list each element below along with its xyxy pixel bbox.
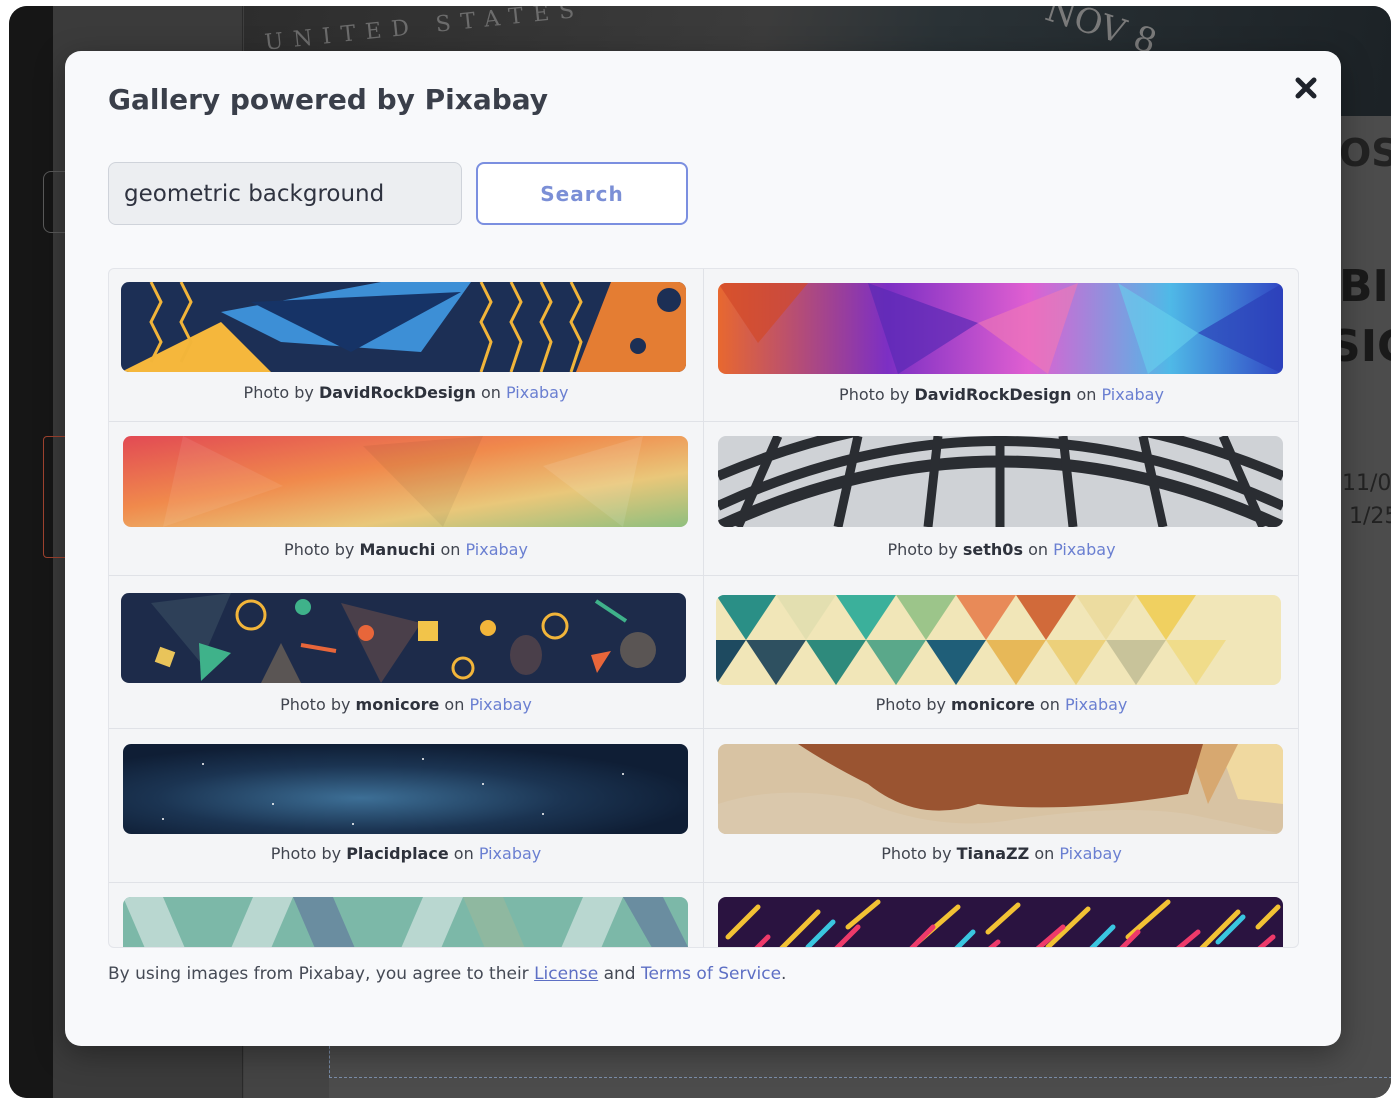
- gallery-item[interactable]: Photo by monicore on Pixabay: [704, 576, 1298, 729]
- caption-on: on: [1034, 844, 1055, 863]
- image-caption: Photo by seth0s on Pixabay: [704, 540, 1298, 559]
- image-gallery[interactable]: Photo by DavidRockDesign on Pixabay Phot…: [108, 268, 1299, 948]
- image-caption: Photo by monicore on Pixabay: [109, 695, 703, 714]
- caption-prefix: Photo by: [243, 383, 314, 402]
- gallery-item[interactable]: Photo by seth0s on Pixabay: [704, 422, 1298, 576]
- pixabay-link[interactable]: Pixabay: [465, 540, 527, 559]
- caption-on: on: [1039, 695, 1060, 714]
- terms-note-and: and: [603, 964, 636, 984]
- caption-on: on: [1076, 385, 1097, 404]
- steel-roof-image[interactable]: [718, 436, 1283, 527]
- caption-on: on: [440, 540, 461, 559]
- caption-author: DavidRockDesign: [914, 385, 1072, 404]
- pixabay-link[interactable]: Pixabay: [1102, 385, 1164, 404]
- caption-prefix: Photo by: [284, 540, 355, 559]
- image-caption: Photo by Manuchi on Pixabay: [109, 540, 703, 559]
- pixabay-link[interactable]: Pixabay: [1059, 844, 1121, 863]
- pixabay-link[interactable]: Pixabay: [469, 695, 531, 714]
- memphis-shapes-image[interactable]: [121, 593, 686, 683]
- caption-author: monicore: [355, 695, 440, 714]
- caption-on: on: [480, 383, 501, 402]
- caption-author: Manuchi: [359, 540, 436, 559]
- caption-prefix: Photo by: [839, 385, 910, 404]
- search-button[interactable]: Search: [476, 162, 688, 225]
- image-caption: Photo by monicore on Pixabay: [704, 695, 1298, 714]
- modal-title: Gallery powered by Pixabay: [108, 83, 549, 116]
- caption-prefix: Photo by: [887, 540, 958, 559]
- gallery-item[interactable]: Photo by monicore on Pixabay: [109, 576, 704, 729]
- caption-author: seth0s: [962, 540, 1023, 559]
- canvas-side-text: BIL: [1339, 261, 1391, 312]
- low-poly-gradient-image[interactable]: [123, 436, 688, 527]
- caption-prefix: Photo by: [875, 695, 946, 714]
- gallery-item[interactable]: [704, 883, 1298, 947]
- low-poly-purple-image[interactable]: [718, 283, 1283, 374]
- canvas-side-text: 1/25: [1349, 504, 1391, 529]
- gallery-item[interactable]: [109, 883, 704, 947]
- canvas-side-text: 11/07: [1342, 471, 1391, 496]
- pixabay-link[interactable]: Pixabay: [506, 383, 568, 402]
- canvas-side-text: OS: [1339, 131, 1391, 175]
- gallery-item[interactable]: Photo by DavidRockDesign on Pixabay: [704, 269, 1298, 422]
- caption-on: on: [453, 844, 474, 863]
- caption-prefix: Photo by: [881, 844, 952, 863]
- gallery-item[interactable]: Photo by Placidplace on Pixabay: [109, 729, 704, 883]
- lattice-pattern-image[interactable]: [123, 897, 688, 947]
- caption-on: on: [1028, 540, 1048, 559]
- pixabay-link[interactable]: Pixabay: [1065, 695, 1127, 714]
- terms-note-period: .: [781, 964, 787, 984]
- gallery-item[interactable]: Photo by TianaZZ on Pixabay: [704, 729, 1298, 883]
- gallery-item[interactable]: Photo by DavidRockDesign on Pixabay: [109, 269, 704, 422]
- image-caption: Photo by Placidplace on Pixabay: [109, 844, 703, 863]
- caption-prefix: Photo by: [270, 844, 342, 863]
- terms-note-text: By using images from Pixabay, you agree …: [108, 964, 529, 984]
- pixabay-link[interactable]: Pixabay: [1053, 540, 1115, 559]
- triangle-mosaic-image[interactable]: [716, 595, 1281, 685]
- caption-author: Placidplace: [346, 844, 449, 863]
- caption-author: DavidRockDesign: [319, 383, 476, 402]
- canvas-map-text: UNITED STATES: [263, 6, 586, 56]
- desert-layers-image[interactable]: [718, 744, 1283, 834]
- caption-on: on: [444, 695, 465, 714]
- image-caption: Photo by DavidRockDesign on Pixabay: [704, 385, 1298, 404]
- caption-author: monicore: [951, 695, 1035, 714]
- diagonal-lines-image[interactable]: [718, 897, 1283, 947]
- caption-author: TianaZZ: [956, 844, 1030, 863]
- image-caption: Photo by TianaZZ on Pixabay: [704, 844, 1298, 863]
- pixabay-link[interactable]: Pixabay: [479, 844, 541, 863]
- pixabay-gallery-modal: Gallery powered by Pixabay Search: [65, 51, 1341, 1046]
- starry-sky-image[interactable]: [123, 744, 688, 834]
- image-caption: Photo by DavidRockDesign on Pixabay: [109, 383, 703, 402]
- pixabay-terms-note: By using images from Pixabay, you agree …: [108, 964, 786, 984]
- search-input[interactable]: [108, 162, 462, 225]
- chevron-pattern-image[interactable]: [121, 282, 686, 372]
- license-link[interactable]: License: [534, 964, 598, 984]
- close-icon[interactable]: [1291, 73, 1321, 103]
- caption-prefix: Photo by: [280, 695, 351, 714]
- gallery-item[interactable]: Photo by Manuchi on Pixabay: [109, 422, 704, 576]
- terms-of-service-link[interactable]: Terms of Service: [641, 964, 781, 984]
